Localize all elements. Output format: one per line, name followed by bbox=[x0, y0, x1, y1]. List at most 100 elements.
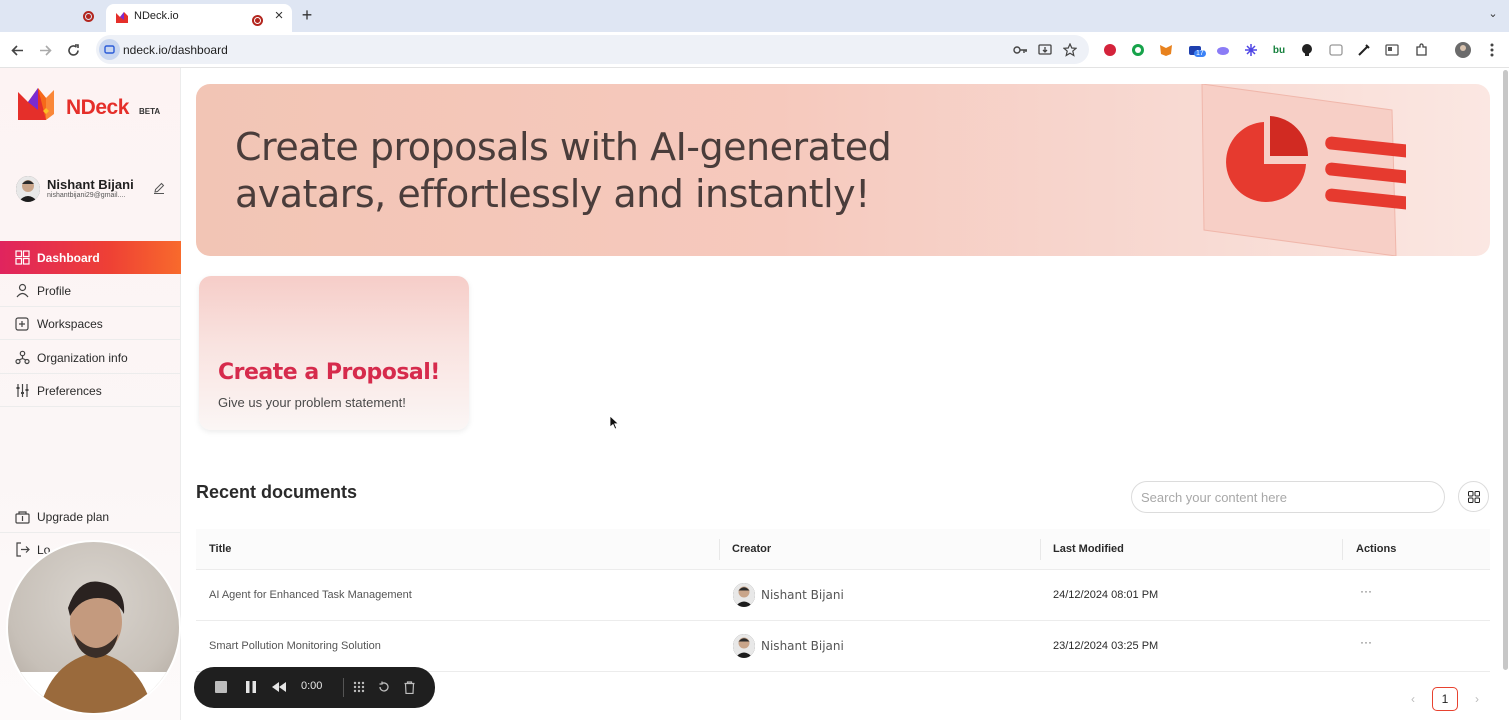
edit-profile-pencil-icon[interactable] bbox=[151, 182, 167, 198]
browser-tab-bar: NDeck.io × + ⌄ bbox=[0, 0, 1509, 32]
ndeck-favicon-icon bbox=[116, 12, 128, 23]
user-avatar bbox=[16, 176, 40, 202]
column-header-actions: Actions bbox=[1356, 543, 1397, 555]
creator-name: Nishant Bijani bbox=[761, 588, 844, 602]
close-tab-icon[interactable]: × bbox=[270, 7, 288, 25]
banner-headline: Create proposals with AI-generated avata… bbox=[235, 125, 892, 216]
dashboard-grid-icon bbox=[15, 250, 30, 265]
url-text[interactable]: ndeck.io/dashboard bbox=[123, 43, 228, 57]
person-icon bbox=[16, 283, 29, 298]
bu-extension-icon[interactable]: bu bbox=[1270, 41, 1288, 59]
row-actions-more-icon[interactable]: ··· bbox=[1358, 584, 1374, 604]
brand-name[interactable]: NDeck bbox=[66, 96, 129, 120]
recorder-divider bbox=[343, 678, 344, 697]
sidebar-item-label: Profile bbox=[37, 284, 72, 298]
metamask-extension-icon[interactable] bbox=[1157, 41, 1175, 59]
sidebar-item-organization-info[interactable]: Organization info bbox=[0, 341, 181, 374]
table-row[interactable]: Smart Pollution Monitoring Solution Nish… bbox=[196, 621, 1490, 672]
forward-arrow-icon[interactable] bbox=[35, 40, 55, 60]
tab-title: NDeck.io bbox=[134, 10, 179, 22]
cloud-extension-icon[interactable] bbox=[1214, 41, 1232, 59]
pagination-prev-icon[interactable]: ‹ bbox=[1404, 687, 1422, 711]
document-modified-date: 24/12/2024 08:01 PM bbox=[1053, 589, 1159, 601]
proposal-card-title: Create a Proposal! bbox=[218, 360, 440, 385]
pagination-page-1[interactable]: 1 bbox=[1432, 687, 1458, 711]
table-row[interactable]: AI Agent for Enhanced Task Management Ni… bbox=[196, 570, 1490, 621]
profile-avatar-icon[interactable] bbox=[1454, 41, 1472, 59]
rewind-icon[interactable] bbox=[270, 678, 288, 696]
trash-icon[interactable] bbox=[400, 678, 418, 696]
document-title[interactable]: Smart Pollution Monitoring Solution bbox=[209, 640, 381, 652]
drag-handle-icon[interactable] bbox=[350, 678, 368, 696]
browser-toolbar: ndeck.io/dashboard 17 bu bbox=[0, 32, 1509, 68]
create-proposal-card[interactable]: Create a Proposal! Give us your problem … bbox=[199, 276, 469, 430]
proposal-card-subtitle: Give us your problem statement! bbox=[218, 395, 406, 410]
table-header: Title Creator Last Modified Actions bbox=[196, 529, 1490, 570]
reload-icon[interactable] bbox=[63, 40, 83, 60]
sidebar-item-label: Preferences bbox=[37, 384, 102, 398]
tab-search-chevron-icon[interactable]: ⌄ bbox=[1484, 7, 1502, 25]
eyedropper-extension-icon[interactable] bbox=[1355, 41, 1373, 59]
document-title[interactable]: AI Agent for Enhanced Task Management bbox=[209, 589, 412, 601]
sliders-icon bbox=[16, 384, 29, 397]
mouse-cursor-icon bbox=[610, 416, 620, 430]
incognito-extension-icon[interactable] bbox=[1298, 41, 1316, 59]
creator-avatar bbox=[733, 634, 755, 658]
extension-badge-count: 17 bbox=[1194, 50, 1206, 57]
install-app-icon[interactable] bbox=[1036, 41, 1054, 59]
documents-table: Title Creator Last Modified Actions AI A… bbox=[196, 529, 1490, 672]
ndeck-logo-icon[interactable] bbox=[16, 84, 56, 122]
beta-badge: BETA bbox=[139, 107, 161, 116]
pause-icon[interactable] bbox=[242, 678, 260, 696]
password-key-icon[interactable] bbox=[1011, 41, 1029, 59]
bookmark-star-icon[interactable] bbox=[1061, 41, 1079, 59]
extensions-puzzle-icon[interactable] bbox=[1412, 41, 1430, 59]
sidebar-item-label: Workspaces bbox=[37, 317, 103, 331]
creator-name: Nishant Bijani bbox=[761, 639, 844, 653]
column-header-last-modified: Last Modified bbox=[1053, 543, 1124, 555]
back-arrow-icon[interactable] bbox=[7, 40, 27, 60]
column-header-title: Title bbox=[209, 543, 232, 555]
user-name: Nishant Bijani bbox=[47, 177, 134, 192]
hero-banner: Create proposals with AI-generated avata… bbox=[196, 84, 1490, 256]
sidebar-item-upgrade-plan[interactable]: Upgrade plan bbox=[0, 500, 181, 533]
sidebar-item-label: Dashboard bbox=[37, 251, 100, 265]
creator-avatar bbox=[733, 583, 755, 607]
logout-icon bbox=[16, 542, 30, 557]
document-creator: Nishant Bijani bbox=[733, 634, 844, 658]
webcam-overlay[interactable] bbox=[6, 540, 181, 715]
recent-documents-heading: Recent documents bbox=[196, 482, 358, 502]
site-info-icon[interactable] bbox=[99, 39, 120, 60]
browser-tab-active[interactable]: NDeck.io × bbox=[106, 4, 292, 32]
organization-icon bbox=[15, 350, 30, 365]
sidebar-item-preferences[interactable]: Preferences bbox=[0, 374, 181, 407]
pie-chart-illustration-icon bbox=[1201, 84, 1406, 256]
pagination-next-icon[interactable]: › bbox=[1468, 687, 1486, 711]
ublock-extension-icon[interactable] bbox=[1101, 41, 1119, 59]
column-header-creator: Creator bbox=[732, 543, 772, 555]
grid-view-toggle-icon[interactable] bbox=[1458, 481, 1489, 512]
sidebar-item-label: Upgrade plan bbox=[37, 510, 110, 524]
browser-menu-icon[interactable] bbox=[1483, 41, 1501, 59]
recording-tab-icon[interactable] bbox=[78, 6, 98, 26]
screen-recorder-bar: 0:00 bbox=[194, 667, 435, 708]
perplexity-extension-icon[interactable] bbox=[1242, 41, 1260, 59]
sidebar-item-workspaces[interactable]: Workspaces bbox=[0, 307, 181, 340]
address-bar[interactable]: ndeck.io/dashboard bbox=[96, 35, 1089, 64]
sidebar-item-profile[interactable]: Profile bbox=[0, 274, 181, 307]
recording-indicator-icon bbox=[252, 10, 263, 28]
document-modified-date: 23/12/2024 03:25 PM bbox=[1053, 640, 1159, 652]
sidebar-item-dashboard[interactable]: Dashboard bbox=[0, 241, 181, 274]
search-input[interactable] bbox=[1131, 481, 1445, 513]
column-divider bbox=[719, 539, 720, 560]
stop-recording-icon[interactable] bbox=[212, 678, 230, 696]
new-tab-button[interactable]: + bbox=[298, 5, 316, 25]
column-divider bbox=[1342, 539, 1343, 560]
row-actions-more-icon[interactable]: ··· bbox=[1358, 635, 1374, 655]
page-scrollbar[interactable] bbox=[1503, 70, 1508, 670]
screenshot-extension-icon[interactable] bbox=[1327, 41, 1345, 59]
sp-extension-icon[interactable] bbox=[1383, 41, 1401, 59]
restart-icon[interactable] bbox=[375, 678, 393, 696]
grammarly-extension-icon[interactable] bbox=[1129, 41, 1147, 59]
extension-badge-icon[interactable]: 17 bbox=[1186, 41, 1206, 59]
